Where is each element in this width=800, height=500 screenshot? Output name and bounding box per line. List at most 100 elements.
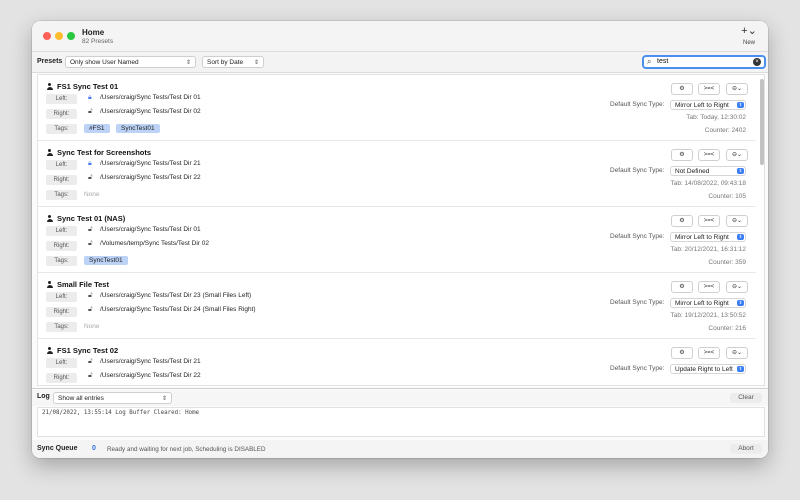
tags-label: Tags: [46,190,77,200]
filter-select[interactable]: Only show User Named ⇕ [65,56,196,68]
new-label: New [742,40,755,46]
more-options-icon[interactable]: ⊖⌄ [726,149,748,161]
right-path: /Users/craig/Sync Tests/Test Dir 22 [100,372,201,379]
sync-type-select[interactable]: Mirror Left to Right ⇕ [670,298,746,308]
unlock-icon[interactable]: 🔓︎ [88,371,93,381]
left-label: Left: [46,292,77,302]
sync-type-select[interactable]: Not Defined ⇕ [670,166,746,176]
preset-name: Small File Test [57,280,109,289]
scrollbar-thumb[interactable] [760,79,764,165]
sync-queue-status: Ready and waiting for next job, Scheduli… [107,445,266,453]
gear-icon[interactable]: ⚙ [671,347,693,359]
gear-icon[interactable]: ⚙ [671,215,693,227]
user-icon [46,281,53,288]
preset-row[interactable]: FS1 Sync Test 01 Left: Right: Tags: 🔒︎ /Users… [38,75,756,141]
chevron-updown-icon: ⇕ [737,168,744,174]
user-icon [46,83,53,90]
right-label: Right: [46,307,77,317]
more-options-icon[interactable]: ⊖⌄ [726,215,748,227]
title-bar: Home 82 Presets +⌄ New [32,21,768,52]
counter-value: Counter: 2402 [704,127,746,134]
new-preset-button[interactable]: +⌄ New [738,26,760,48]
sort-select-value: Sort by Date [207,59,244,66]
log-line: 21/08/2022, 13:55:14 Log Buffer Cleared:… [42,410,200,416]
tags-none: None [84,191,100,198]
more-options-icon[interactable]: ⊖⌄ [726,347,748,359]
log-filter-select[interactable]: Show all entries ⇕ [53,392,172,404]
clear-log-button[interactable]: Clear [730,393,762,403]
tags-none: None [84,323,100,330]
left-label: Left: [46,160,77,170]
log-filter-value: Show all entries [58,395,104,402]
left-label: Left: [46,358,77,368]
close-window-button[interactable] [43,32,51,40]
abort-button[interactable]: Abort [730,444,762,454]
split-divider[interactable] [32,388,768,389]
preset-list[interactable]: FS1 Sync Test 01 Left: Right: Tags: 🔒︎ /Users… [37,74,765,386]
gear-icon[interactable]: ⚙ [671,83,693,95]
preset-title: Small File Test [46,280,109,289]
chevron-updown-icon: ⇕ [737,366,744,372]
unlock-icon[interactable]: 🔓︎ [88,291,93,301]
sort-select[interactable]: Sort by Date ⇕ [202,56,264,68]
right-path: /Volumes/temp/Sync Tests/Test Dir 02 [100,240,209,247]
compare-icon[interactable]: >=< [698,215,720,227]
unlock-icon[interactable]: 🔓︎ [88,173,93,183]
right-label: Right: [46,109,77,119]
search-field[interactable]: ⌕ test × [642,55,766,69]
sync-type-select[interactable]: Mirror Left to Right ⇕ [670,100,746,110]
tab-timestamp: Tab: 20/12/2021, 16:31:12 [670,246,746,253]
left-path: /Users/craig/Sync Tests/Test Dir 21 [100,160,201,167]
unlock-icon[interactable]: 🔓︎ [88,239,93,249]
preset-title: Sync Test 01 (NAS) [46,214,125,223]
sync-queue-bar: Sync Queue 0 Ready and waiting for next … [32,440,768,458]
unlock-icon[interactable]: 🔓︎ [88,225,93,235]
tab-timestamp: Tab: 14/08/2022, 09:43:18 [670,180,746,187]
toolbar: Presets Only show User Named ⇕ Sort by D… [32,52,768,73]
compare-icon[interactable]: >=< [698,149,720,161]
zoom-window-button[interactable] [67,32,75,40]
counter-value: Counter: 216 [708,325,746,332]
preset-row[interactable]: Small File Test Left: Right: Tags: 🔓︎ /Users/… [38,273,756,339]
right-label: Right: [46,241,77,251]
tags-label: Tags: [46,124,77,134]
compare-icon[interactable]: >=< [698,347,720,359]
sync-type-value: Mirror Left to Right [675,300,729,307]
unlock-icon[interactable]: 🔓︎ [88,305,93,315]
sync-type-value: Mirror Left to Right [675,102,729,109]
window-title: Home [82,28,105,37]
right-label: Right: [46,373,77,383]
lock-icon[interactable]: 🔒︎ [88,159,92,169]
more-options-icon[interactable]: ⊖⌄ [726,83,748,95]
minimize-window-button[interactable] [55,32,63,40]
search-input[interactable]: test [657,58,668,66]
unlock-icon[interactable]: 🔓︎ [88,107,93,117]
sync-type-value: Mirror Left to Right [675,234,729,241]
counter-value: Counter: 105 [708,193,746,200]
sync-type-select[interactable]: Update Right to Left ⇕ [670,364,746,374]
sync-type-select[interactable]: Mirror Left to Right ⇕ [670,232,746,242]
clear-search-icon[interactable]: × [753,58,761,66]
preset-row[interactable]: Sync Test for Screenshots Left: Right: Tags… [38,141,756,207]
log-output[interactable]: 21/08/2022, 13:55:14 Log Buffer Cleared:… [37,407,765,437]
tag-chip[interactable]: SyncTest01 [116,124,160,133]
preset-row[interactable]: Sync Test 01 (NAS) Left: Right: Tags: 🔓︎ /Use… [38,207,756,273]
unlock-icon[interactable]: 🔓︎ [88,357,93,367]
preset-row[interactable]: FS1 Sync Test 02Left:Right:Tags:🔓︎/Users… [38,339,756,385]
sync-queue-count: 0 [92,445,96,452]
preset-name: FS1 Sync Test 02 [57,346,119,355]
tags-label: Tags: [46,322,77,332]
tab-timestamp: Tab: 19/12/2021, 13:50:52 [670,312,746,319]
left-path: /Users/craig/Sync Tests/Test Dir 01 [100,94,201,101]
gear-icon[interactable]: ⚙ [671,149,693,161]
more-options-icon[interactable]: ⊖⌄ [726,281,748,293]
gear-icon[interactable]: ⚙ [671,281,693,293]
preset-title: Sync Test for Screenshots [46,148,151,157]
compare-icon[interactable]: >=< [698,83,720,95]
compare-icon[interactable]: >=< [698,281,720,293]
tag-chip[interactable]: SyncTest01 [84,256,128,265]
default-sync-type-label: Default Sync Type: [610,233,665,240]
lock-icon[interactable]: 🔒︎ [88,93,92,103]
tag-chip[interactable]: #FS1 [84,124,110,133]
list-scrollbar[interactable] [760,77,764,383]
